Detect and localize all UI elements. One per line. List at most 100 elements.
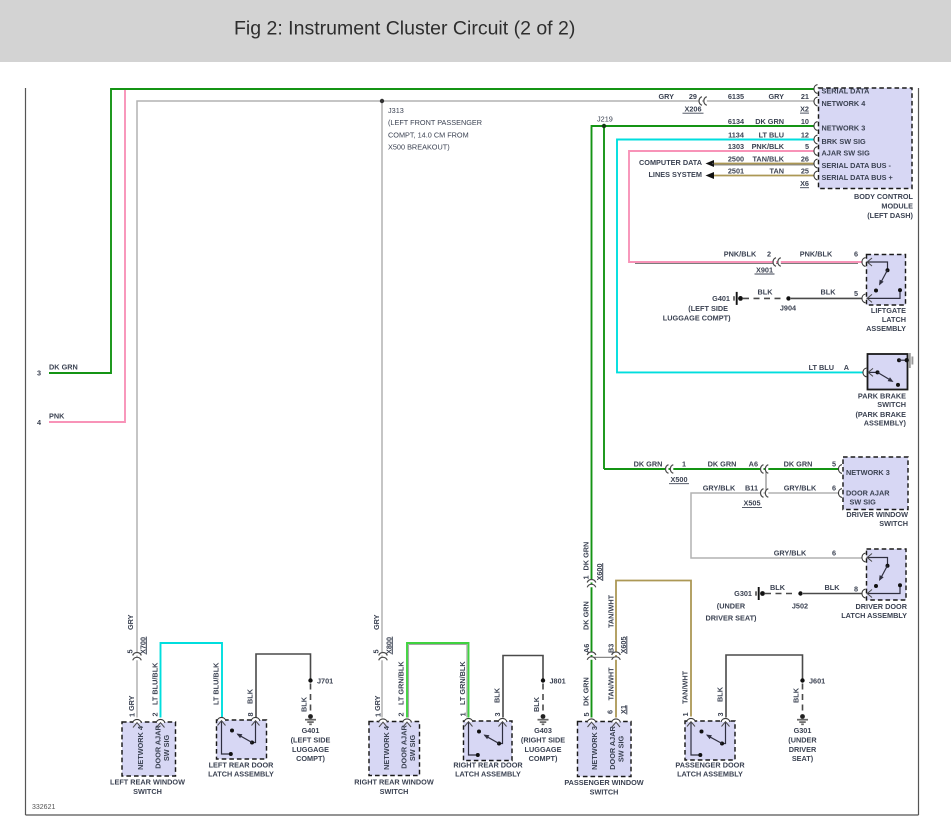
svg-text:(RIGHT SIDE: (RIGHT SIDE — [521, 735, 565, 744]
svg-text:COMPT): COMPT) — [529, 754, 558, 763]
svg-text:12: 12 — [801, 130, 809, 139]
svg-text:SW SIG: SW SIG — [617, 736, 626, 763]
svg-text:8: 8 — [246, 712, 255, 716]
svg-text:5: 5 — [125, 649, 134, 653]
svg-text:SWITCH: SWITCH — [877, 400, 906, 409]
svg-text:5: 5 — [582, 712, 591, 716]
svg-text:8: 8 — [854, 584, 858, 593]
svg-text:SWITCH: SWITCH — [590, 788, 619, 797]
svg-text:LT BLU: LT BLU — [809, 363, 834, 372]
svg-text:1: 1 — [459, 712, 468, 716]
svg-text:BLK: BLK — [246, 688, 255, 704]
svg-text:BLK: BLK — [493, 687, 502, 703]
svg-text:DRIVER: DRIVER — [789, 745, 817, 754]
svg-text:BLK: BLK — [821, 288, 837, 297]
svg-text:GRY: GRY — [768, 92, 784, 101]
svg-text:X500: X500 — [670, 475, 687, 484]
svg-text:(LEFT SIDE: (LEFT SIDE — [291, 735, 331, 744]
svg-text:LATCH ASSEMBLY: LATCH ASSEMBLY — [677, 770, 743, 779]
svg-text:COMPT): COMPT) — [296, 754, 325, 763]
svg-text:G403: G403 — [534, 726, 552, 735]
svg-text:PASSENGER DOOR: PASSENGER DOOR — [675, 761, 745, 770]
svg-text:J904: J904 — [780, 303, 797, 312]
svg-text:(UNDER: (UNDER — [788, 735, 817, 744]
svg-text:PNK/BLK: PNK/BLK — [800, 249, 833, 258]
svg-text:(LEFT FRONT PASSENGER: (LEFT FRONT PASSENGER — [388, 118, 482, 127]
svg-text:2501: 2501 — [728, 166, 744, 175]
svg-text:LT BLU: LT BLU — [759, 130, 784, 139]
svg-text:GRY/BLK: GRY/BLK — [703, 483, 736, 492]
svg-text:TAN/WHT: TAN/WHT — [681, 670, 690, 704]
svg-text:NETWORK 4: NETWORK 4 — [136, 725, 145, 770]
svg-text:NETWORK 3: NETWORK 3 — [590, 726, 599, 770]
svg-text:LT GRN/BLK: LT GRN/BLK — [458, 661, 467, 705]
svg-text:25: 25 — [801, 166, 809, 175]
svg-text:2: 2 — [397, 712, 406, 716]
svg-text:LUGGAGE: LUGGAGE — [525, 745, 562, 754]
svg-text:6: 6 — [606, 710, 615, 714]
svg-text:ASSEMBLY: ASSEMBLY — [866, 324, 906, 333]
svg-text:G401: G401 — [712, 294, 730, 303]
svg-text:2500: 2500 — [728, 154, 744, 163]
svg-text:SWITCH: SWITCH — [133, 787, 162, 796]
svg-text:1: 1 — [582, 575, 591, 579]
svg-text:SERIAL DATA: SERIAL DATA — [822, 87, 871, 96]
svg-text:3: 3 — [493, 712, 502, 716]
svg-text:LEFT REAR WINDOW: LEFT REAR WINDOW — [110, 778, 185, 787]
svg-text:DK GRN: DK GRN — [49, 362, 78, 371]
svg-text:DK GRN: DK GRN — [634, 459, 663, 468]
svg-text:J801: J801 — [550, 676, 566, 685]
svg-text:SWITCH: SWITCH — [380, 787, 409, 796]
svg-text:NETWORK 3: NETWORK 3 — [846, 468, 890, 477]
svg-text:PNK: PNK — [49, 412, 65, 421]
svg-text:J701: J701 — [317, 676, 333, 685]
svg-text:1303: 1303 — [728, 142, 744, 151]
svg-text:TAN/WHT: TAN/WHT — [607, 594, 616, 628]
svg-text:NETWORK 4: NETWORK 4 — [382, 725, 391, 770]
svg-text:PNK/BLK: PNK/BLK — [752, 142, 785, 151]
svg-text:LT GRN/BLK: LT GRN/BLK — [397, 661, 406, 705]
svg-text:AJAR SW SIG: AJAR SW SIG — [822, 149, 871, 158]
svg-text:DK GRN: DK GRN — [582, 601, 591, 630]
svg-text:X2: X2 — [800, 104, 809, 113]
svg-text:BLK: BLK — [758, 288, 774, 297]
svg-text:DK GRN: DK GRN — [582, 677, 591, 706]
svg-text:LUGGAGE COMPT): LUGGAGE COMPT) — [663, 314, 731, 323]
svg-text:DK GRN: DK GRN — [784, 459, 813, 468]
svg-text:5: 5 — [805, 142, 809, 151]
svg-text:X901: X901 — [756, 265, 773, 274]
svg-text:SW SIG: SW SIG — [162, 735, 171, 762]
svg-text:DRIVER DOOR: DRIVER DOOR — [856, 602, 908, 611]
svg-text:LT BLU/BLK: LT BLU/BLK — [212, 662, 221, 705]
svg-text:5: 5 — [854, 289, 858, 298]
svg-text:PARK BRAKE: PARK BRAKE — [858, 391, 906, 400]
svg-text:DK GRN: DK GRN — [582, 542, 591, 571]
svg-text:SW SIG: SW SIG — [408, 735, 417, 762]
svg-text:1134: 1134 — [728, 130, 745, 139]
svg-text:SW SIG: SW SIG — [850, 497, 877, 506]
svg-text:1: 1 — [128, 713, 137, 717]
svg-text:BLK: BLK — [770, 583, 786, 592]
svg-text:B11: B11 — [745, 483, 758, 492]
svg-text:RIGHT REAR DOOR: RIGHT REAR DOOR — [453, 761, 523, 770]
svg-text:29: 29 — [689, 92, 697, 101]
svg-text:TAN/BLK: TAN/BLK — [753, 154, 785, 163]
svg-text:21: 21 — [801, 92, 809, 101]
svg-text:X500 BREAKOUT): X500 BREAKOUT) — [388, 142, 450, 151]
svg-text:ASSEMBLY): ASSEMBLY) — [864, 418, 907, 427]
svg-text:SERIAL DATA BUS +: SERIAL DATA BUS + — [822, 173, 893, 182]
svg-text:332621: 332621 — [32, 804, 55, 811]
svg-text:J219: J219 — [597, 115, 613, 124]
svg-text:LIFTGATE: LIFTGATE — [871, 306, 906, 315]
svg-text:1: 1 — [682, 459, 686, 468]
svg-text:GRY: GRY — [126, 614, 135, 630]
svg-text:BLK: BLK — [825, 583, 841, 592]
svg-text:DRIVER WINDOW: DRIVER WINDOW — [846, 510, 908, 519]
svg-text:A6: A6 — [582, 644, 591, 653]
svg-text:A: A — [844, 363, 850, 372]
svg-text:LINES SYSTEM: LINES SYSTEM — [648, 170, 702, 179]
svg-text:TAN: TAN — [770, 166, 784, 175]
svg-text:X6: X6 — [800, 179, 809, 188]
svg-text:(UNDER: (UNDER — [717, 602, 746, 611]
svg-text:LATCH: LATCH — [882, 315, 906, 324]
